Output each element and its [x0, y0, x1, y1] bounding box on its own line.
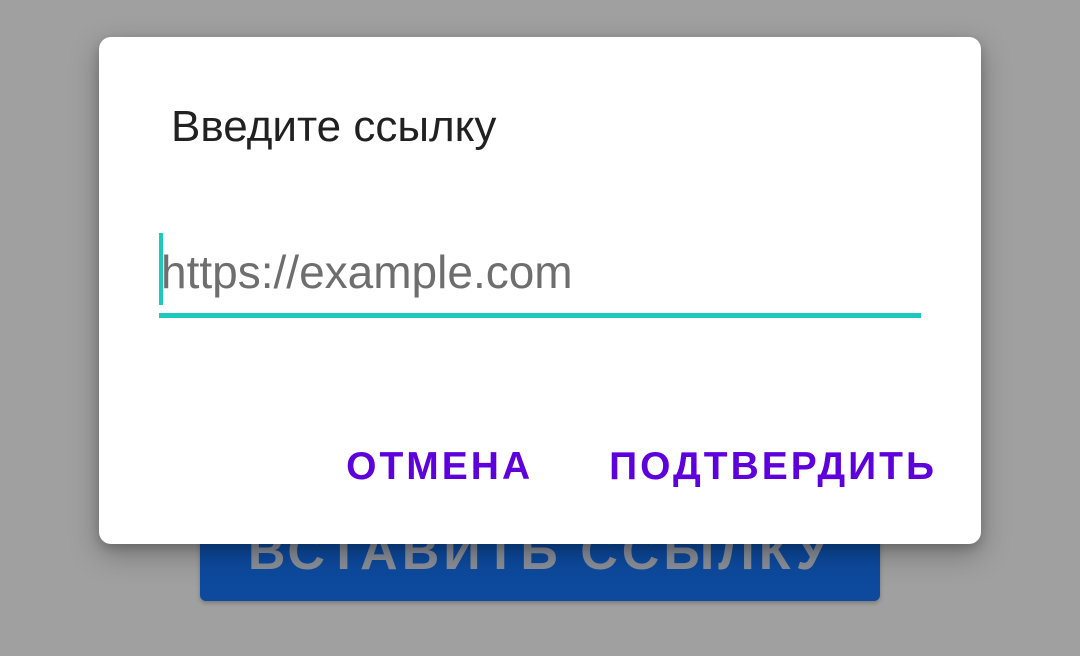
confirm-button[interactable]: ПОДТВЕРДИТЬ: [609, 437, 937, 497]
dialog-actions: ОТМЕНА ПОДТВЕРДИТЬ: [346, 437, 937, 497]
cancel-button[interactable]: ОТМЕНА: [346, 437, 533, 497]
url-input[interactable]: [159, 237, 921, 307]
url-input-underline: [159, 313, 921, 318]
url-field[interactable]: [159, 233, 921, 319]
enter-link-dialog: Введите ссылку ОТМЕНА ПОДТВЕРДИТЬ: [99, 37, 981, 544]
dialog-title: Введите ссылку: [171, 102, 497, 151]
